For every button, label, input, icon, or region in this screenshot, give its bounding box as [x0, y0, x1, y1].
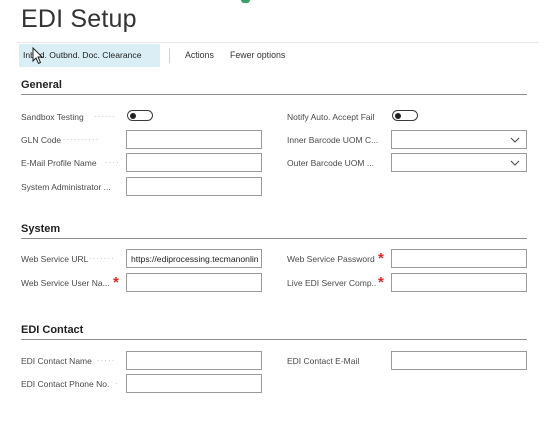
edi-contact-email-input[interactable]	[391, 351, 527, 370]
section-title-system[interactable]: System	[21, 223, 60, 235]
web-service-user-name-input[interactable]	[126, 273, 262, 292]
section-rule-edi-contact	[21, 339, 527, 340]
required-asterisk: *	[113, 274, 119, 291]
top-accent-bar	[241, 0, 250, 3]
required-asterisk: *	[378, 250, 384, 267]
inner-barcode-uom-select[interactable]	[391, 130, 527, 149]
section-title-edi-contact[interactable]: EDI Contact	[21, 324, 83, 336]
edi-contact-phone-input[interactable]	[126, 374, 262, 393]
section-rule-general	[21, 94, 527, 95]
web-service-url-label: Web Service URL ·······	[21, 254, 115, 264]
edi-contact-name-input[interactable]	[126, 351, 262, 370]
system-administrator-label: System Administrator ...	[21, 182, 111, 192]
required-asterisk: *	[378, 274, 384, 291]
toggle-knob	[130, 112, 136, 119]
live-edi-server-comp-label: Live EDI Server Comp...	[287, 278, 377, 288]
inner-barcode-uom-label: Inner Barcode UOM C...	[287, 135, 379, 145]
notify-auto-accept-fail-label: Notify Auto. Accept Fail	[287, 112, 375, 122]
outer-barcode-uom-select[interactable]	[391, 153, 527, 172]
system-administrator-input[interactable]	[126, 177, 262, 196]
edi-contact-email-label: EDI Contact E-Mail	[287, 356, 360, 366]
chevron-down-icon	[510, 160, 520, 166]
toolbar-divider	[17, 42, 539, 43]
gln-code-input[interactable]	[126, 130, 262, 149]
page-title: EDI Setup	[21, 5, 137, 33]
sandbox-testing-label: Sandbox Testing ······	[21, 112, 116, 122]
section-title-general[interactable]: General	[21, 79, 62, 91]
email-profile-name-input[interactable]	[126, 153, 262, 172]
email-profile-name-label: E-Mail Profile Name ····	[21, 158, 120, 168]
sandbox-testing-toggle[interactable]	[127, 110, 153, 121]
toggle-knob	[395, 112, 401, 119]
section-rule-system	[21, 238, 527, 239]
toolbar-separator	[169, 48, 170, 63]
edi-contact-phone-label: EDI Contact Phone No. ·	[21, 379, 119, 389]
web-service-password-input[interactable]	[391, 249, 527, 268]
web-service-url-input[interactable]: https://ediprocessing.tecmanonlin	[126, 249, 262, 268]
web-service-user-name-label: Web Service User Na...	[21, 278, 110, 288]
mouse-pointer-icon	[32, 47, 44, 65]
actions-menu-button[interactable]: Actions	[185, 50, 214, 60]
fewer-options-button[interactable]: Fewer options	[230, 50, 285, 60]
outer-barcode-uom-label: Outer Barcode UOM ...	[287, 158, 374, 168]
gln-code-label: GLN Code ···········	[21, 135, 100, 145]
web-service-password-label: Web Service Password	[287, 254, 375, 264]
live-edi-server-comp-input[interactable]	[391, 273, 527, 292]
edi-contact-name-label: EDI Contact Name ·····	[21, 356, 116, 366]
chevron-down-icon	[510, 137, 520, 143]
notify-auto-accept-fail-toggle[interactable]	[392, 110, 418, 121]
